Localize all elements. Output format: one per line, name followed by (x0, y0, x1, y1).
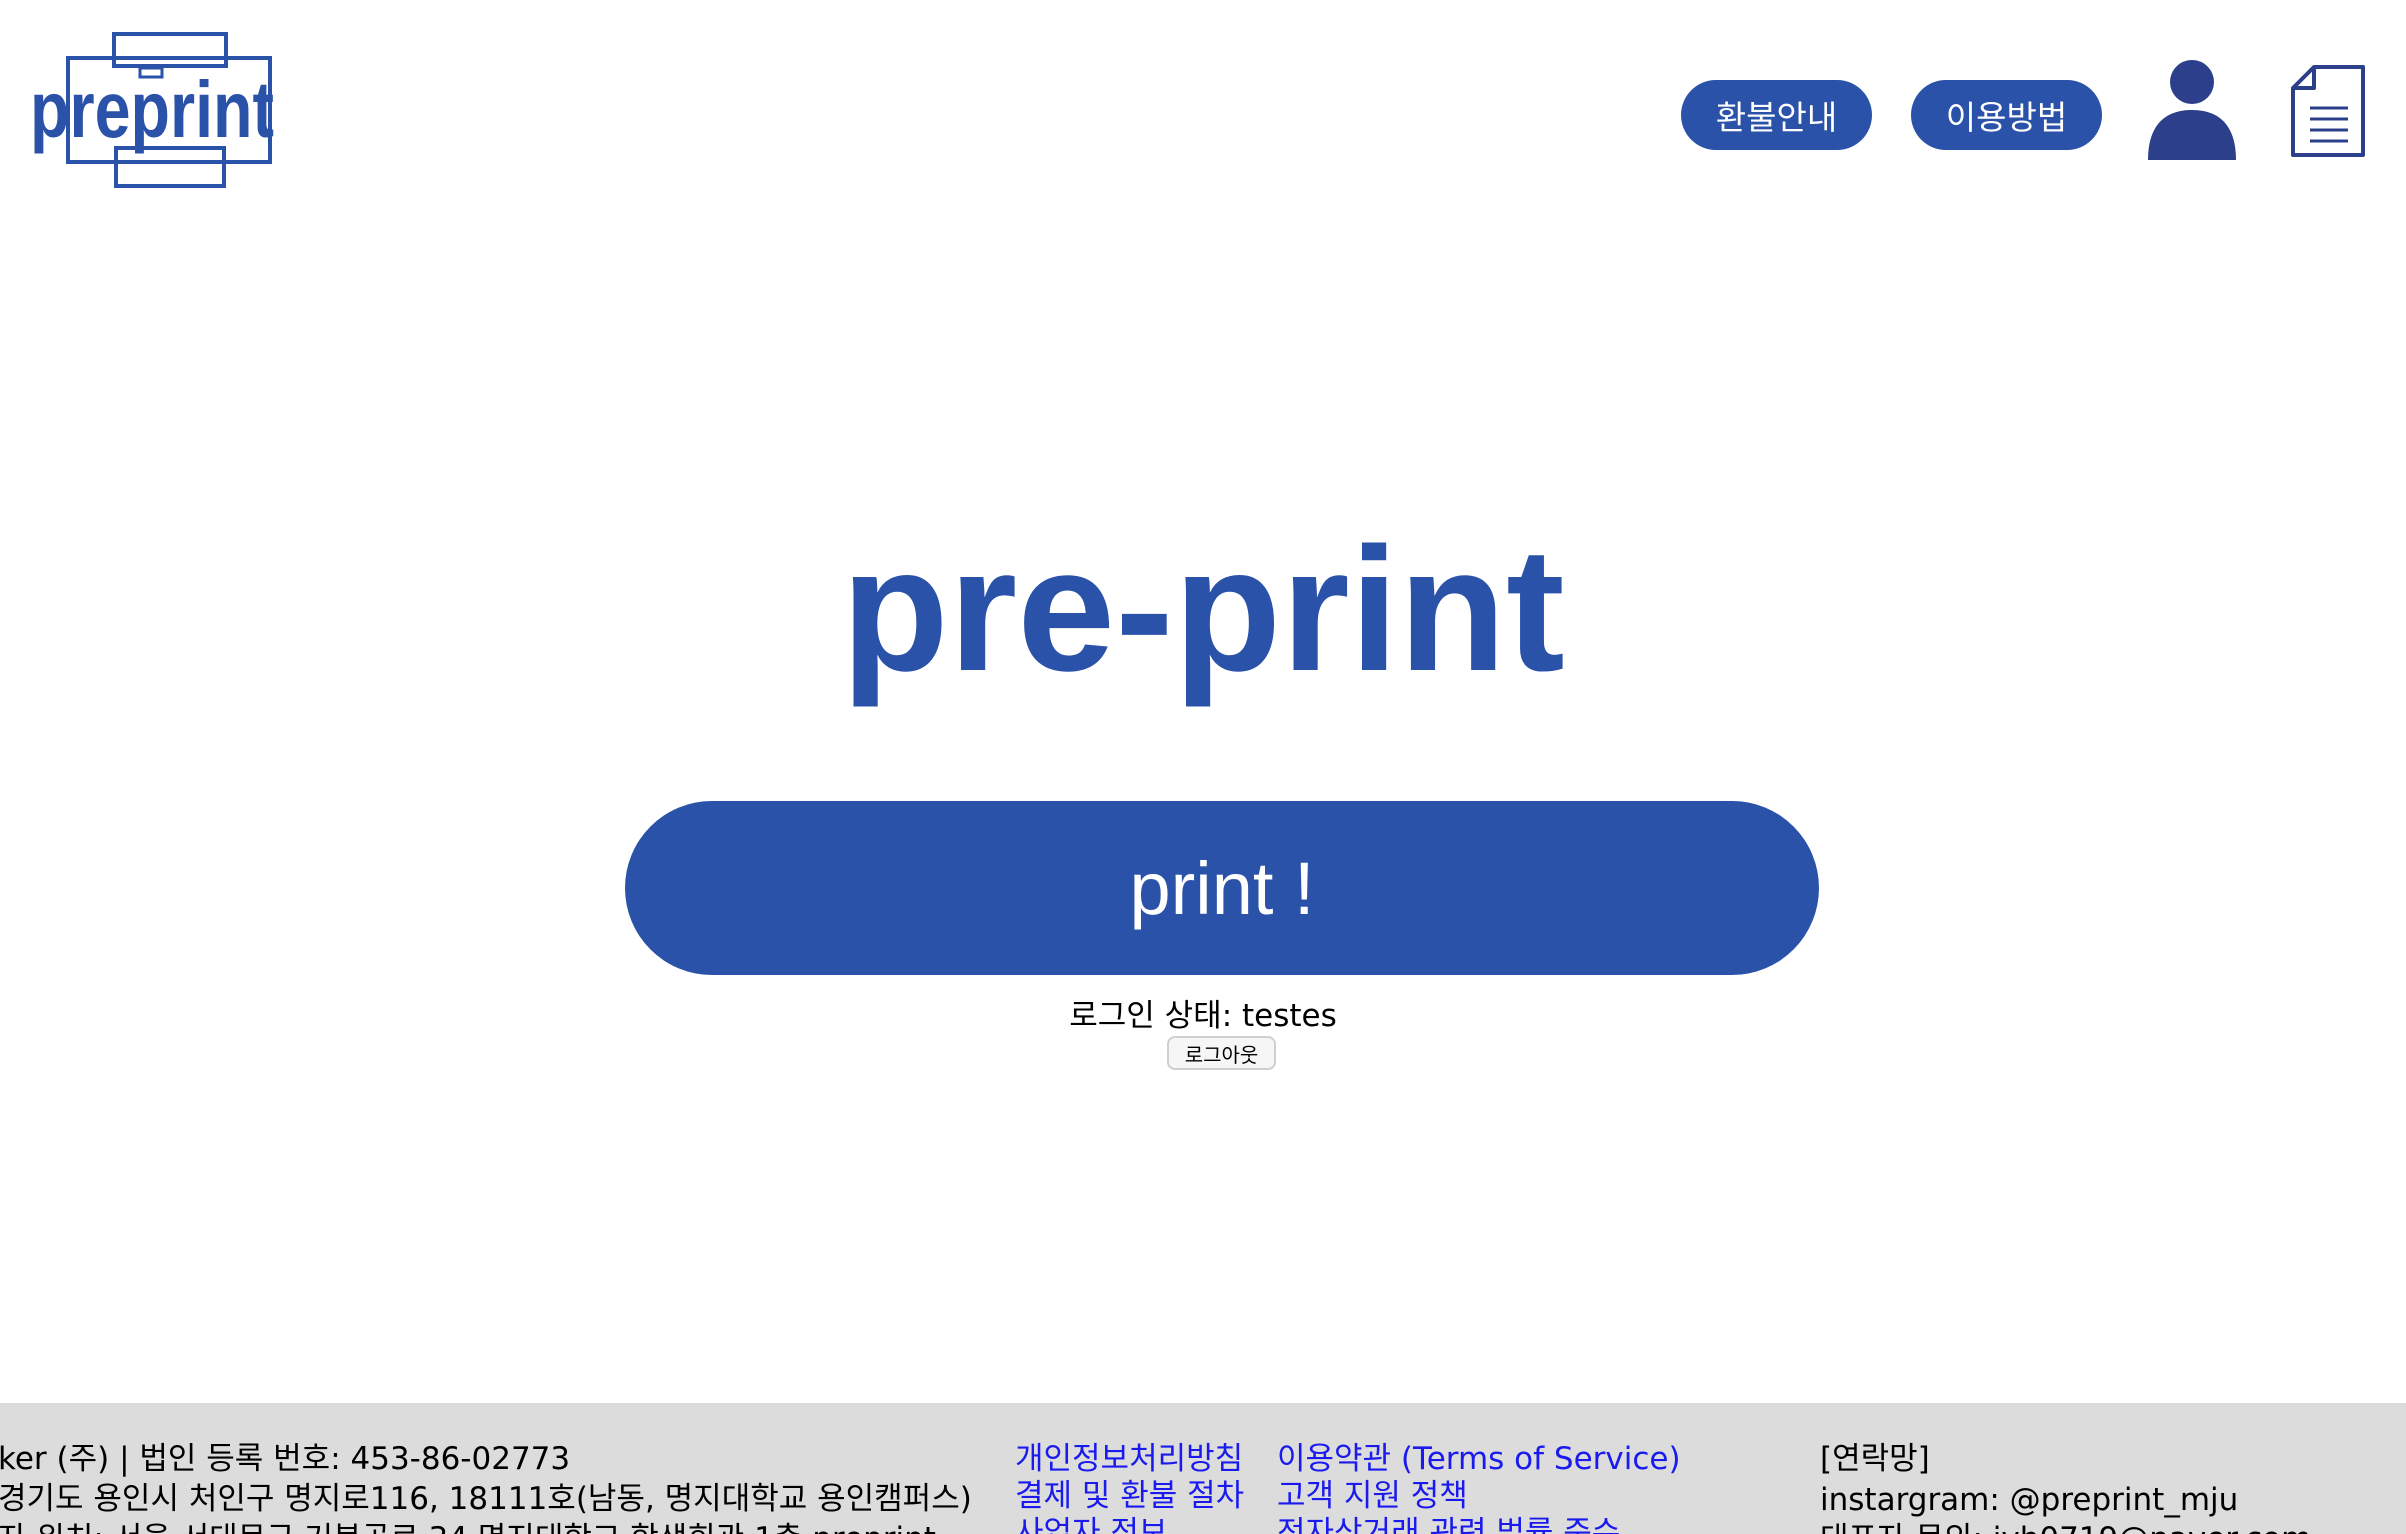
terms-of-service-link[interactable]: 이용약관 (Terms of Service) (1277, 1439, 1681, 1479)
preprint-logo[interactable]: preprint (28, 30, 278, 190)
user-icon[interactable] (2148, 60, 2236, 160)
privacy-policy-link[interactable]: 개인정보처리방침 (1015, 1439, 1243, 1479)
representative-contact: 대표자 문의: jvh0719@naver.com (1820, 1519, 2311, 1534)
ecommerce-law-link[interactable]: 전자상거래 관련 법률 준수 (1277, 1513, 1620, 1534)
print-button[interactable]: print ! (625, 801, 1819, 975)
footer-address-line: 경기도 용인시 처인구 명지로116, 18111호(남동, 명지대학교 용인캠… (0, 1481, 972, 1517)
footer-location-line: 자 위치: 서울 서대문구 거북골로 34 명지대학교 학생회관 1층 prep… (0, 1519, 936, 1534)
refund-info-button[interactable]: 환불안내 (1681, 80, 1872, 150)
document-icon[interactable] (2290, 64, 2366, 158)
logout-button[interactable]: 로그아웃 (1167, 1036, 1276, 1070)
customer-support-link[interactable]: 고객 지원 정책 (1277, 1476, 1468, 1516)
footer: ker (주) | 법인 등록 번호: 453-86-02773 경기도 용인시… (0, 1403, 2406, 1534)
how-to-use-button[interactable]: 이용방법 (1911, 80, 2102, 150)
hero-title: pre-print (841, 512, 1565, 708)
page: preprint 환불안내 이용방법 pre-print print ! 로그인… (0, 0, 2406, 1534)
logo-text: preprint (30, 65, 274, 154)
login-status: 로그인 상태: testes (1069, 998, 1337, 1034)
payment-refund-link[interactable]: 결제 및 환불 절차 (1015, 1476, 1244, 1516)
footer-company-line: ker (주) | 법인 등록 번호: 453-86-02773 (0, 1441, 571, 1477)
instagram-contact: instargram: @preprint_mju (1820, 1482, 2239, 1518)
contact-heading: [연락망] (1820, 1441, 1930, 1477)
business-info-link[interactable]: 사업자 정보 (1015, 1513, 1167, 1534)
